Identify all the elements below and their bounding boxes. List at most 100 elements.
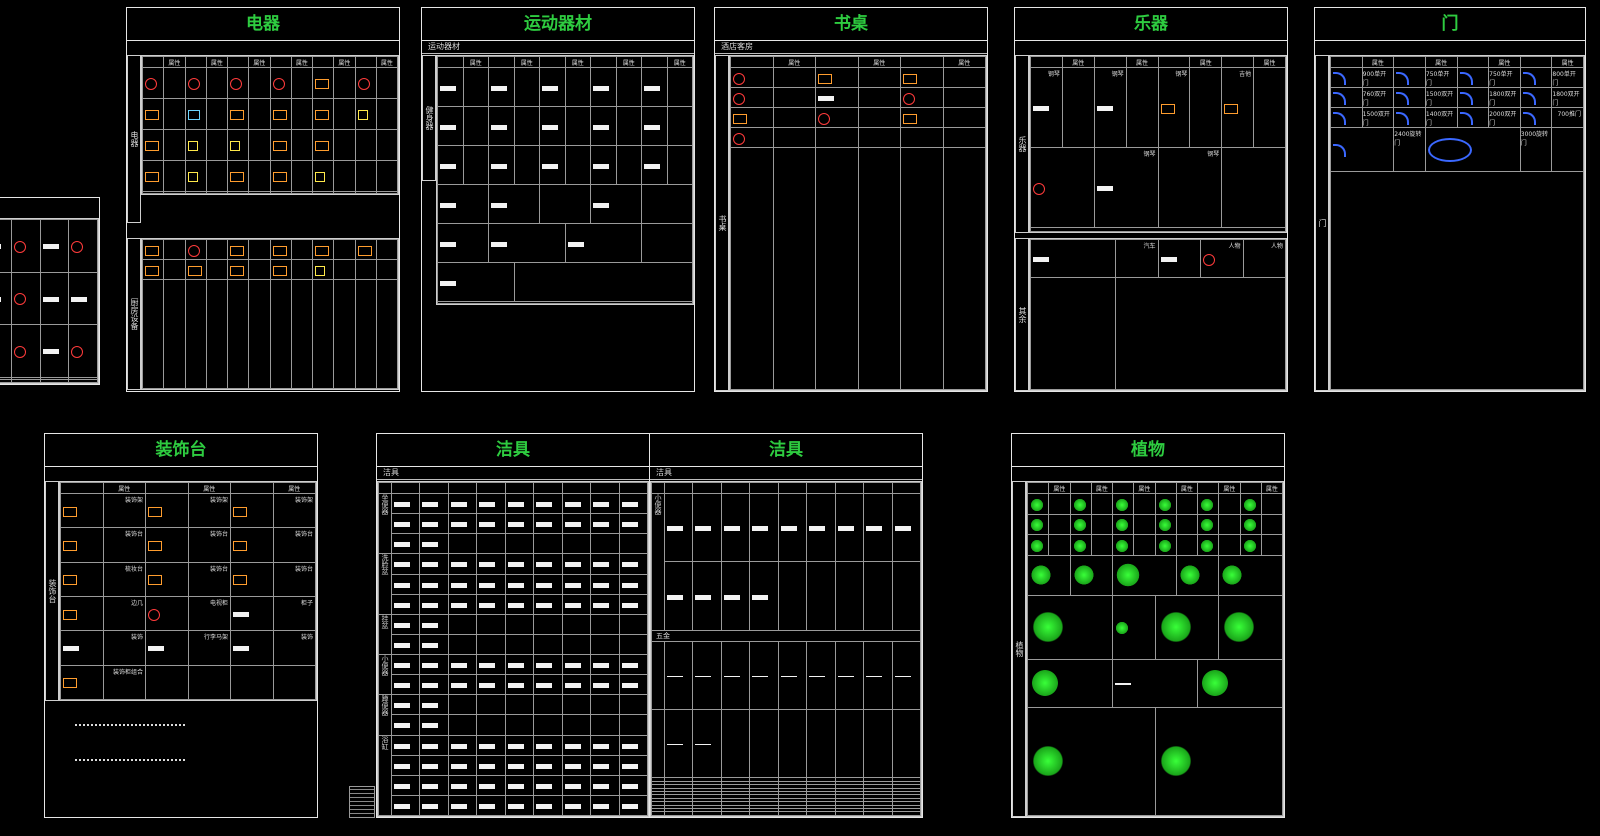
plant-icon: [1072, 497, 1087, 512]
equipment-icon: [593, 163, 609, 169]
col-header: 属性: [1488, 56, 1521, 68]
toilet-icon: [422, 502, 439, 508]
item-label: 1500双开门: [1425, 91, 1454, 107]
fixture-icon: [780, 675, 797, 677]
pool-table-icon: [440, 280, 456, 286]
category-label: 书桌: [715, 55, 729, 391]
bathtub-icon: [507, 743, 524, 749]
urinal-icon: [866, 526, 883, 532]
bathtub-icon: [621, 763, 638, 769]
appliance-icon: [357, 245, 372, 256]
urinal-icon: [894, 526, 911, 532]
door-icon: [1333, 72, 1346, 85]
sheet-sports-equipment[interactable]: 运动器材 运动器材 健身器 属性 属性 属性 属性 属性: [421, 7, 695, 392]
revolving-door-icon: [1427, 137, 1472, 162]
cad-canvas[interactable]: 电器 电器 属性 属性 属性 属性 属性 属性 厨房设备 运动器材 运动器材 健身器: [0, 0, 1600, 836]
item-label: 装饰柜组合: [112, 668, 143, 676]
appliances-grid: 属性 属性 属性 属性 属性 属性: [141, 55, 399, 195]
basin-icon: [593, 602, 610, 608]
col-header: 属性: [857, 56, 901, 68]
bathtub-icon: [593, 743, 610, 749]
shrub-icon: [1115, 620, 1129, 635]
equipment-icon: [542, 163, 558, 169]
toilet-icon: [593, 522, 610, 528]
bathtub-icon: [394, 743, 410, 749]
equipment-icon: [593, 202, 609, 208]
decor-table-icon: [148, 608, 160, 621]
bathtub-icon: [621, 783, 638, 789]
item-label: 边几: [130, 599, 143, 607]
toilet-icon: [394, 542, 410, 548]
col-header: 属性: [942, 56, 986, 68]
urinal-icon: [667, 526, 683, 532]
tv-icon: [145, 78, 157, 91]
symbol-icon: [71, 240, 84, 253]
category-label: 厨房设备: [127, 238, 141, 390]
basin-icon: [507, 562, 524, 568]
toilet-icon: [394, 522, 410, 528]
plants-grid: 属性 属性 属性 属性 属性 属性: [1026, 481, 1284, 817]
sheet-sanitary-ware-1[interactable]: 洁具 洁具 坐便器 洗脸盆 挂盆 小便器 蹲便器 浴缸: [376, 433, 650, 818]
symbol-icon: [0, 244, 1, 250]
toilet-icon: [507, 502, 524, 508]
col-header: 属性: [772, 56, 816, 68]
basin-icon: [422, 562, 439, 568]
item-label: 钢琴: [1207, 151, 1220, 158]
fixture-icon: [752, 675, 769, 677]
col-header: 属性: [1061, 56, 1095, 68]
sheet-plants[interactable]: 植物 植物 属性 属性 属性 属性 属性 属性: [1011, 433, 1285, 818]
bathtub-icon: [593, 763, 610, 769]
appliance-icon: [145, 265, 159, 276]
appliance-icon: [272, 265, 287, 276]
basin-icon: [422, 602, 439, 608]
toilet-icon: [479, 502, 496, 508]
sheet-doors[interactable]: 门 门 属性 属性 属性 属性 900单开门 750单开门 750单开门 800单开门 76…: [1314, 7, 1586, 392]
basin-icon: [394, 642, 410, 648]
bathtub-icon: [507, 783, 524, 789]
sheet-instruments[interactable]: 乐器 乐器 属性 属性 属性 属性 钢琴 钢琴 钢琴 吉他 钢琴 钢琴 其余 汽车 人物 人物: [1014, 7, 1288, 392]
bathtub-icon: [450, 743, 467, 749]
basin-icon: [394, 582, 410, 588]
piano-icon: [1160, 103, 1175, 114]
category-label: 电器: [127, 55, 141, 223]
col-header: 属性: [1253, 56, 1286, 68]
double-door-icon: [1396, 112, 1410, 125]
plant-icon: [1200, 538, 1214, 553]
bathtub-icon: [394, 783, 410, 789]
urinal-icon: [752, 594, 769, 600]
col-header: 属性: [1175, 482, 1199, 494]
plant-icon: [1157, 497, 1172, 512]
appliance-icon: [272, 245, 287, 256]
item-label: 柜子: [300, 599, 313, 607]
sheet-appliances[interactable]: 电器 电器 属性 属性 属性 属性 属性 属性 厨房设备: [126, 7, 400, 392]
sheet-sanitary-ware-2[interactable]: 洁具 洁具 小便器 五金: [649, 433, 923, 818]
urinal-icon: [621, 663, 638, 669]
basin-icon: [593, 562, 610, 568]
plant-icon: [1030, 564, 1052, 586]
tree-icon: [1157, 743, 1194, 780]
item-label: 800单开门: [1552, 71, 1576, 87]
basin-icon: [536, 582, 553, 588]
fixture-icon: [837, 675, 854, 677]
appliance-icon: [230, 141, 240, 152]
plant-icon: [1072, 538, 1087, 553]
category-label: 健身器: [422, 55, 436, 181]
appliance-icon: [187, 78, 200, 91]
urinal-icon: [450, 663, 467, 669]
item-label: 人物: [1270, 243, 1283, 250]
piano-icon: [1096, 106, 1113, 111]
bathtub-icon: [621, 743, 638, 749]
sheet-title: 洁具: [377, 434, 649, 467]
item-label: 人物: [1228, 243, 1241, 250]
sheet-desks[interactable]: 书桌 酒店客房 书桌 属性 属性 属性: [714, 7, 988, 392]
urinal-icon: [422, 683, 439, 689]
bathtub-icon: [621, 803, 638, 809]
sheet-decorative-tables[interactable]: 装饰台 装饰台 属性 属性 属性 装饰架 装饰架 装饰架 装饰台 装饰台 装饰台 梳妆台 装饰…: [44, 433, 318, 818]
appliance-icon: [187, 265, 202, 276]
squat-toilet-icon: [394, 703, 410, 709]
item-label: 1800双开门: [1552, 91, 1580, 107]
basin-icon: [564, 582, 581, 588]
appliance-icon: [187, 141, 198, 152]
plant-icon: [1115, 497, 1129, 512]
squat-toilet-icon: [394, 723, 410, 729]
